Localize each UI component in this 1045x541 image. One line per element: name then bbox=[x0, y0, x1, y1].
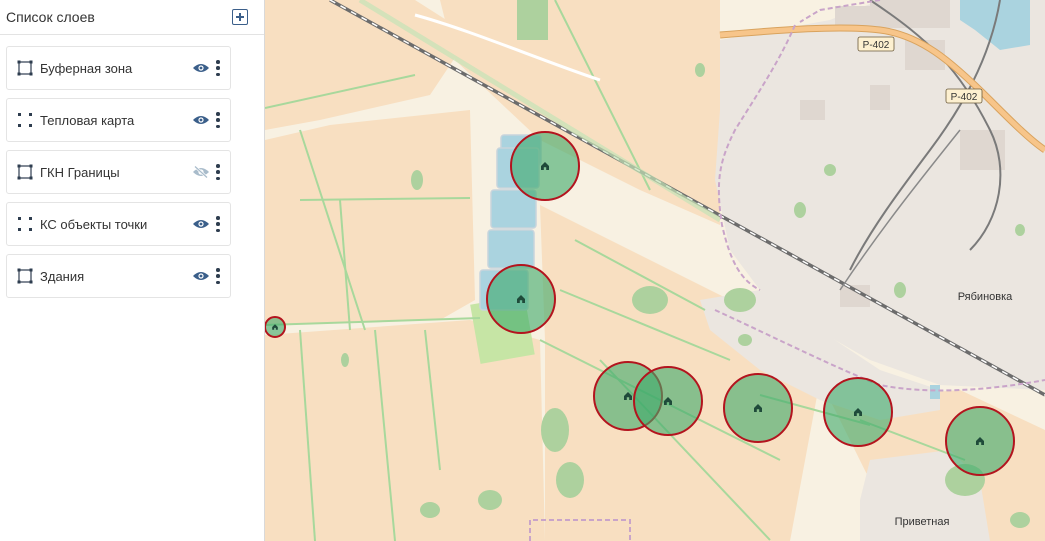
road-label-2: Р-402 bbox=[945, 88, 983, 104]
polygon-layer-icon bbox=[17, 60, 33, 76]
layer-label: ГКН Границы bbox=[40, 164, 120, 180]
eye-off-icon[interactable] bbox=[192, 166, 210, 178]
buffer-zone[interactable] bbox=[633, 366, 703, 436]
more-vertical-icon[interactable] bbox=[216, 216, 220, 232]
more-vertical-icon[interactable] bbox=[216, 268, 220, 284]
layer-label: Буферная зона bbox=[40, 60, 133, 76]
eye-icon[interactable] bbox=[192, 218, 210, 230]
polygon-layer-icon bbox=[17, 268, 33, 284]
map-view[interactable]: Р-402 Р-402 Рябиновка Приветная bbox=[265, 0, 1045, 541]
eye-icon[interactable] bbox=[192, 270, 210, 282]
eye-icon[interactable] bbox=[192, 62, 210, 74]
panel-title: Список слоев bbox=[6, 9, 95, 25]
layers-panel-header: Список слоев bbox=[0, 0, 264, 35]
road-label-1: Р-402 bbox=[857, 36, 895, 52]
point-layer-icon bbox=[18, 113, 32, 127]
buffer-zone[interactable] bbox=[723, 373, 793, 443]
buffer-zone[interactable] bbox=[823, 377, 893, 447]
road-label-text: Р-402 bbox=[863, 40, 890, 51]
layers-panel: Список слоев Буферная зона Тепловая карт… bbox=[0, 0, 265, 541]
buffer-zone[interactable] bbox=[510, 131, 580, 201]
layer-label: Тепловая карта bbox=[40, 112, 135, 128]
road-label-text: Р-402 bbox=[951, 92, 978, 103]
layer-item-buffer-zone[interactable]: Буферная зона bbox=[6, 46, 231, 90]
buffer-zone[interactable] bbox=[945, 406, 1015, 476]
add-layer-button[interactable] bbox=[232, 9, 248, 25]
place-label-privetnaya: Приветная bbox=[895, 516, 950, 528]
more-vertical-icon[interactable] bbox=[216, 112, 220, 128]
layer-item-heatmap[interactable]: Тепловая карта bbox=[6, 98, 231, 142]
more-vertical-icon[interactable] bbox=[216, 164, 220, 180]
eye-icon[interactable] bbox=[192, 114, 210, 126]
layer-item-gkn-boundaries[interactable]: ГКН Границы bbox=[6, 150, 231, 194]
buffer-zone[interactable] bbox=[486, 264, 556, 334]
more-vertical-icon[interactable] bbox=[216, 60, 220, 76]
polygon-layer-icon bbox=[17, 164, 33, 180]
point-layer-icon bbox=[18, 217, 32, 231]
buffer-zone[interactable] bbox=[265, 316, 286, 338]
place-label-ryabinovka: Рябиновка bbox=[958, 291, 1013, 303]
layer-label: КС объекты точки bbox=[40, 216, 148, 232]
layer-item-buildings[interactable]: Здания bbox=[6, 254, 231, 298]
layer-item-ks-points[interactable]: КС объекты точки bbox=[6, 202, 231, 246]
layer-label: Здания bbox=[40, 268, 85, 284]
layer-list: Буферная зона Тепловая карта ГКН Границы… bbox=[6, 46, 231, 306]
map-canvas[interactable]: Р-402 Р-402 Рябиновка Приветная bbox=[265, 0, 1045, 541]
